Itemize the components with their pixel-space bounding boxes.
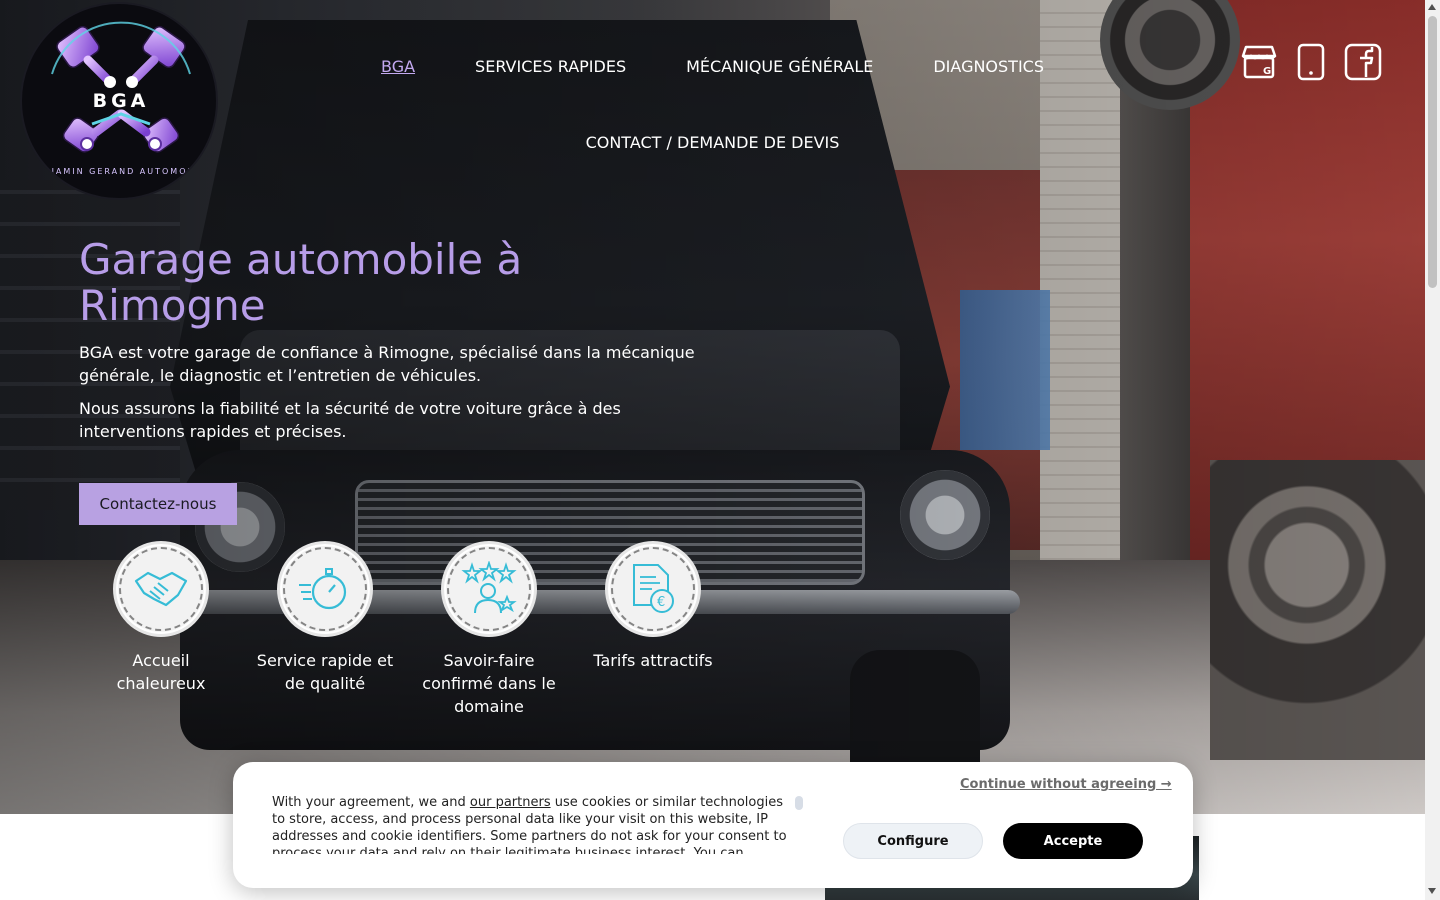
scroll-down-icon[interactable] (1428, 888, 1436, 894)
contact-us-button[interactable]: Contactez-nous (79, 483, 237, 525)
hero-paragraph-intro: BGA est votre garage de confiance à Rimo… (79, 343, 695, 385)
euro-document-icon: € (633, 564, 674, 613)
nav-item-mecanique-generale[interactable]: MÉCANIQUE GÉNÉRALE (656, 57, 903, 76)
svg-text:€: € (657, 595, 665, 610)
feature-item: Accueil chaleureux (79, 541, 243, 718)
feature-item: Savoir-faire confirmé dans le domaine (407, 541, 571, 718)
handshake-icon (134, 571, 188, 607)
feature-item: Service rapide et de qualité (243, 541, 407, 718)
features-list: Accueil chaleureux Service rapide et de … (79, 541, 735, 718)
configure-button[interactable]: Configure (843, 823, 983, 859)
nav-row-primary: BGA SERVICES RAPIDES MÉCANIQUE GÉNÉRALE … (340, 44, 1085, 88)
logo-text: BGA (92, 90, 150, 112)
cookie-text-start: With your agreement, we and (272, 795, 470, 810)
cookie-text-scrollbar[interactable] (795, 796, 803, 810)
nav-item-bga[interactable]: BGA (351, 57, 445, 76)
feature-label: Accueil chaleureux (116, 651, 206, 693)
feature-badge (113, 541, 209, 637)
page-scrollbar[interactable] (1425, 0, 1440, 900)
feature-badge (277, 541, 373, 637)
our-partners-link[interactable]: our partners (470, 795, 551, 810)
cookie-consent-text: With your agreement, we and our partners… (272, 794, 792, 854)
stopwatch-icon (299, 568, 347, 610)
scroll-up-icon[interactable] (1428, 4, 1436, 10)
nav-item-diagnostics[interactable]: DIAGNOSTICS (903, 57, 1074, 76)
scrollbar-thumb[interactable] (1428, 16, 1437, 288)
feature-item: € Tarifs attractifs (571, 541, 735, 718)
feature-label: Service rapide et de qualité (256, 651, 394, 693)
hero-paragraph-reliability: Nous assurons la fiabilité et la sécurit… (79, 399, 621, 441)
continue-without-agreeing-link[interactable]: Continue without agreeing → (960, 777, 1172, 792)
nav-item-contact[interactable]: CONTACT / DEMANDE DE DEVIS (556, 133, 870, 152)
google-business-icon[interactable]: G (1240, 42, 1278, 82)
phone-icon[interactable] (1292, 42, 1330, 82)
facebook-icon[interactable] (1344, 42, 1382, 82)
feature-label: Savoir-faire confirmé dans le domaine (422, 651, 556, 716)
svg-text:G: G (1263, 66, 1271, 77)
main-navigation: BGA SERVICES RAPIDES MÉCANIQUE GÉNÉRALE … (340, 44, 1085, 164)
expert-stars-icon (461, 561, 517, 614)
nav-item-services-rapides[interactable]: SERVICES RAPIDES (445, 57, 656, 76)
feature-badge (441, 541, 537, 637)
logo-ring-text: BENJAMIN GERAND AUTOMOBILE (29, 167, 213, 176)
site-logo[interactable]: BENJAMIN GERAND AUTOMOBILE BGA (20, 2, 218, 200)
feature-label: Tarifs attractifs (593, 651, 713, 670)
nav-row-secondary: CONTACT / DEMANDE DE DEVIS (340, 120, 1085, 164)
accept-button[interactable]: Accepte (1003, 823, 1143, 859)
feature-badge: € (605, 541, 701, 637)
hero-title: Garage automobile à Rimogne (79, 235, 523, 330)
cookie-consent-banner: Continue without agreeing → With your ag… (233, 762, 1193, 888)
social-links: G (1240, 42, 1382, 82)
